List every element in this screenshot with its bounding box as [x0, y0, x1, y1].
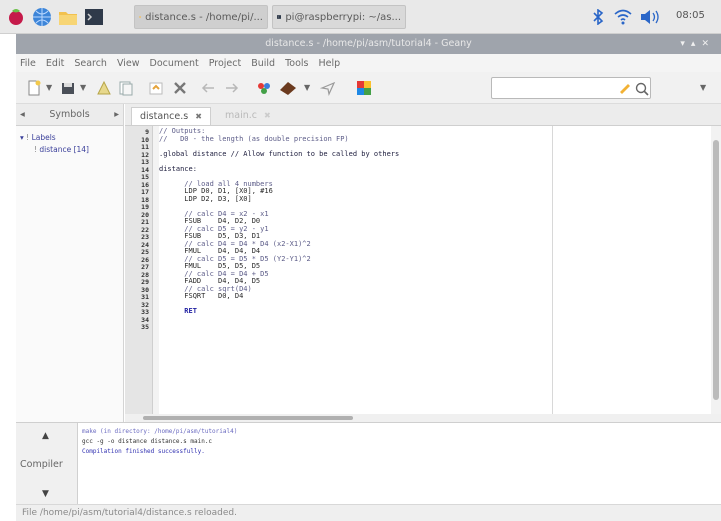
- menu-search[interactable]: Search: [74, 58, 107, 69]
- minimize-icon[interactable]: ▾: [680, 39, 691, 49]
- search-icon[interactable]: [634, 81, 650, 97]
- line-number: 35: [141, 323, 149, 331]
- symbol-tree: ▾ ! Labels ! distance [14]: [16, 126, 123, 162]
- taskbar-window-terminal[interactable]: pi@raspberrypi: ~/as...: [272, 5, 406, 29]
- web-browser-icon[interactable]: [32, 7, 52, 27]
- code-line: FSQRT D0, D4: [159, 292, 244, 300]
- terminal-launcher-icon[interactable]: [84, 7, 104, 27]
- code-line: // D0 - the length (as double precision …: [159, 134, 349, 143]
- window-title: distance.s - /home/pi/asm/tutorial4 - Ge…: [265, 38, 472, 49]
- geany-icon: [139, 16, 141, 18]
- clear-search-icon[interactable]: [618, 82, 632, 94]
- tab-compiler[interactable]: Compiler: [20, 459, 63, 470]
- compiler-output: make (in directory: /home/pi/asm/tutoria…: [82, 427, 237, 457]
- sidebar: ◂ Symbols ▸ ▾ ! Labels ! distance [14]: [16, 104, 124, 422]
- compiler-message: gcc -g -o distance distance.s main.c: [82, 438, 213, 445]
- menu-file[interactable]: File: [20, 58, 36, 69]
- menu-edit[interactable]: Edit: [46, 58, 64, 69]
- compiler-message: Compilation finished successfully.: [82, 448, 205, 455]
- menu-view[interactable]: View: [117, 58, 140, 69]
- compile-icon[interactable]: [256, 80, 272, 96]
- scrollbar-thumb[interactable]: [143, 416, 353, 420]
- tab-close-icon[interactable]: ✖: [264, 111, 271, 120]
- tab-label: distance.s: [140, 111, 189, 122]
- code-line: .global distance // Allow function to be…: [159, 149, 400, 158]
- maximize-icon[interactable]: ▴: [691, 39, 702, 49]
- code-editor[interactable]: 9 10 11 12 13 14 15 16 17 18 19 20 21 22 23 24 25 26 27 28 2…: [125, 126, 711, 414]
- tab-main-c[interactable]: main.c ✖: [217, 107, 279, 125]
- sidebar-prev-icon[interactable]: ◂: [20, 109, 25, 120]
- message-window: ▲ Compiler ▼ make (in directory: /home/p…: [16, 422, 721, 505]
- toolbar-overflow-icon[interactable]: ▼: [700, 83, 706, 92]
- save-icon[interactable]: [96, 80, 112, 96]
- file-manager-icon[interactable]: [58, 7, 78, 27]
- revert-icon[interactable]: [148, 80, 164, 96]
- editor-vertical-scrollbar[interactable]: [711, 126, 721, 414]
- menu-document[interactable]: Document: [150, 58, 199, 69]
- sidebar-next-icon[interactable]: ▸: [114, 109, 119, 120]
- terminal-icon: [277, 15, 282, 19]
- raspberry-menu-icon[interactable]: [6, 7, 26, 27]
- open-file-dropdown-icon[interactable]: ▼: [80, 83, 86, 92]
- navigate-forward-icon[interactable]: [224, 80, 240, 96]
- menu-help[interactable]: Help: [319, 58, 341, 69]
- message-tabs: ▲ Compiler ▼: [16, 423, 78, 505]
- toolbar: ▼ ▼ ▼ ▼: [16, 72, 721, 104]
- tab-scroll-up-icon[interactable]: ▲: [42, 431, 49, 441]
- tree-item-label: Labels: [31, 133, 56, 142]
- tab-label: main.c: [225, 110, 257, 121]
- window-controls: ▾▴✕: [680, 34, 715, 54]
- label-icon: !: [26, 133, 30, 142]
- close-file-icon[interactable]: [172, 80, 188, 96]
- color-chooser-icon[interactable]: [356, 80, 372, 96]
- build-icon[interactable]: [278, 80, 298, 96]
- taskbar-window-label: distance.s - /home/pi/...: [145, 11, 263, 23]
- execute-icon[interactable]: [320, 80, 336, 96]
- menu-build[interactable]: Build: [251, 58, 275, 69]
- bluetooth-icon[interactable]: [592, 9, 604, 25]
- window-titlebar[interactable]: distance.s - /home/pi/asm/tutorial4 - Ge…: [16, 34, 721, 54]
- close-icon[interactable]: ✕: [701, 39, 715, 49]
- navigate-back-icon[interactable]: [200, 80, 216, 96]
- wifi-icon[interactable]: [614, 9, 632, 25]
- long-line-marker: [552, 126, 553, 414]
- menubar: File Edit Search View Document Project B…: [16, 54, 721, 72]
- code-line: LDP D2, D3, [X0]: [159, 194, 252, 203]
- new-file-dropdown-icon[interactable]: ▼: [46, 83, 52, 92]
- save-all-icon[interactable]: [118, 80, 134, 96]
- new-file-icon[interactable]: [26, 80, 42, 96]
- editor-horizontal-scrollbar[interactable]: [125, 414, 721, 422]
- status-bar: File /home/pi/asm/tutorial4/distance.s r…: [16, 504, 721, 521]
- taskbar-window-label: pi@raspberrypi: ~/as...: [285, 11, 401, 23]
- code-line: RET: [159, 307, 197, 315]
- tree-item-distance[interactable]: ! distance [14]: [20, 144, 119, 156]
- editor-tabs: distance.s ✖ main.c ✖: [125, 104, 721, 126]
- compiler-message: make (in directory: /home/pi/asm/tutoria…: [82, 428, 238, 435]
- menu-project[interactable]: Project: [209, 58, 242, 69]
- line-number-gutter: 9 10 11 12 13 14 15 16 17 18 19 20 21 22 23 24 25 26 27 28 2…: [125, 126, 153, 414]
- tab-close-icon[interactable]: ✖: [195, 112, 202, 121]
- build-dropdown-icon[interactable]: ▼: [304, 83, 310, 92]
- volume-icon[interactable]: [640, 9, 660, 25]
- label-icon: !: [34, 145, 38, 154]
- tree-item-label: distance [14]: [39, 145, 89, 154]
- tab-scroll-down-icon[interactable]: ▼: [42, 489, 49, 499]
- code-line: distance:: [159, 164, 197, 173]
- menu-tools[interactable]: Tools: [285, 58, 308, 69]
- tree-item-labels[interactable]: ▾ ! Labels: [20, 132, 119, 144]
- open-file-icon[interactable]: [60, 80, 76, 96]
- expand-arrow-icon[interactable]: ▾: [20, 133, 24, 142]
- tab-distance-s[interactable]: distance.s ✖: [131, 107, 211, 125]
- taskbar: distance.s - /home/pi/... pi@raspberrypi…: [0, 0, 721, 34]
- clock: 08:05: [676, 10, 705, 21]
- scrollbar-thumb[interactable]: [713, 140, 719, 400]
- tab-symbols[interactable]: Symbols: [49, 109, 89, 120]
- sidebar-tabs: ◂ Symbols ▸: [16, 104, 123, 126]
- taskbar-window-geany[interactable]: distance.s - /home/pi/...: [134, 5, 268, 29]
